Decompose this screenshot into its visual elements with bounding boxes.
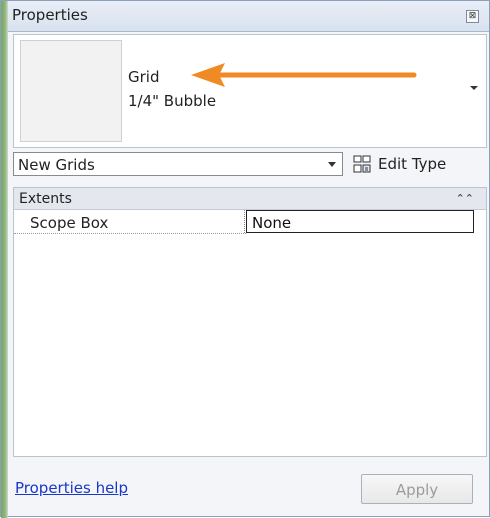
- collapse-icon[interactable]: ⌃⌃: [456, 192, 474, 205]
- type-preview-image: [20, 40, 122, 142]
- callout-arrow: [191, 63, 417, 87]
- apply-button-label: Apply: [395, 481, 439, 499]
- group-title: Extents: [19, 191, 72, 207]
- parameter-row: Scope Box None: [14, 210, 486, 233]
- parameter-value: None: [252, 214, 292, 232]
- chevron-down-icon[interactable]: [328, 162, 336, 167]
- title-bar[interactable]: Properties ⊠: [8, 1, 489, 32]
- properties-help-link[interactable]: Properties help: [15, 479, 128, 497]
- properties-window: Properties ⊠ Grid 1/4" Bubble New Grids …: [0, 0, 490, 518]
- apply-button[interactable]: Apply: [361, 474, 473, 504]
- window-title: Properties: [12, 6, 88, 24]
- chevron-down-icon[interactable]: [470, 86, 478, 90]
- parameter-value-field[interactable]: None: [246, 210, 474, 233]
- edit-type-label: Edit Type: [378, 155, 447, 173]
- type-name-label: 1/4" Bubble: [128, 92, 217, 110]
- close-icon[interactable]: ⊠: [466, 10, 479, 23]
- group-header-extents[interactable]: Extents ⌃⌃: [14, 188, 486, 210]
- properties-grid: Extents ⌃⌃ Scope Box None: [13, 187, 487, 457]
- instance-filter-dropdown[interactable]: New Grids: [13, 152, 343, 176]
- edit-type-button[interactable]: Edit Type: [349, 152, 481, 176]
- filter-row: New Grids Edit Type: [13, 152, 485, 178]
- filter-selected-value: New Grids: [18, 156, 95, 174]
- window-edge: [1, 1, 8, 518]
- edit-type-icon: [353, 155, 371, 173]
- type-family-label: Grid: [128, 68, 160, 86]
- row-divider: [14, 233, 246, 234]
- parameter-name: Scope Box: [30, 214, 109, 232]
